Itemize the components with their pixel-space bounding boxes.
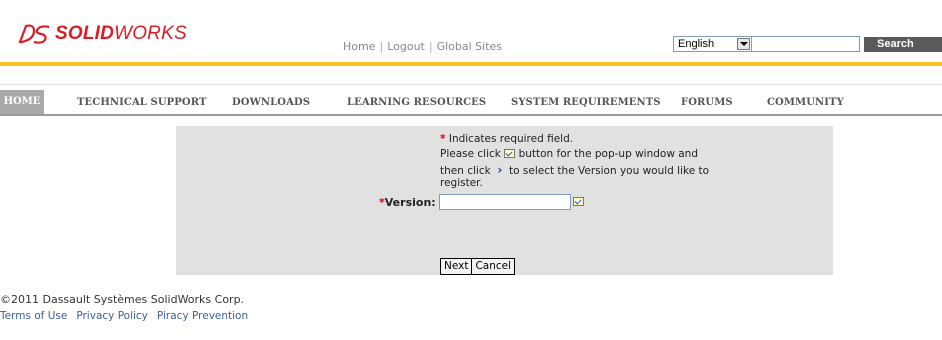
terms-of-use-link[interactable]: Terms of Use [0, 310, 67, 322]
logo-bold-text: SOLID [55, 23, 115, 44]
instruction-text: button for the pop-up window and [518, 148, 699, 160]
nav-item-learning-resources[interactable]: LEARNING RESOURCES [347, 97, 486, 108]
nav-bottom-divider [0, 114, 942, 116]
version-input[interactable] [439, 194, 571, 210]
next-button[interactable]: Next [441, 259, 471, 274]
instruction-text: then click [440, 165, 491, 177]
version-label: *Version: [379, 196, 436, 209]
instruction-line-3: register. [440, 177, 740, 189]
chevron-right-icon: › [497, 163, 503, 177]
form-instructions: * Indicates required field. Please click… [440, 133, 740, 189]
search-button[interactable]: Search [864, 37, 942, 52]
cancel-button[interactable]: Cancel [472, 259, 514, 274]
instruction-text: to select the Version you would like to [509, 165, 710, 177]
footer-links: Terms of Use Privacy Policy Piracy Prevent… [0, 310, 257, 322]
instruction-text: Please click [440, 148, 501, 160]
nav-item-system-requirements[interactable]: SYSTEM REQUIREMENTS [511, 97, 661, 108]
link-separator: | [428, 40, 433, 53]
version-label-text: Version: [384, 196, 436, 209]
solidworks-logo[interactable]: SOLIDWORKS [16, 22, 187, 46]
chevron-down-icon[interactable] [737, 38, 750, 50]
instruction-line-1: Please click button for the pop-up windo… [440, 148, 740, 160]
required-star: * [440, 133, 446, 145]
version-picker-icon[interactable] [573, 197, 584, 206]
required-field-note: * Indicates required field. [440, 133, 740, 145]
nav-item-technical-support[interactable]: TECHNICAL SUPPORT [77, 97, 207, 108]
logout-link[interactable]: Logout [387, 40, 425, 53]
copyright-text: ©2011 Dassault Systèmes SolidWorks Corp. [0, 293, 245, 306]
logo-light-text: WORKS [114, 23, 187, 44]
language-select[interactable]: English [673, 36, 752, 52]
home-link[interactable]: Home [343, 40, 375, 53]
privacy-policy-link[interactable]: Privacy Policy [76, 310, 148, 322]
header-accent-bar [0, 62, 942, 66]
global-sites-link[interactable]: Global Sites [437, 40, 502, 53]
link-separator: | [379, 40, 384, 53]
nav-item-downloads[interactable]: DOWNLOADS [232, 97, 310, 108]
instruction-text: register. [440, 177, 483, 189]
piracy-prevention-link[interactable]: Piracy Prevention [157, 310, 248, 322]
form-buttons: Next Cancel [440, 258, 516, 275]
instruction-line-2: then click › to select the Version you w… [440, 164, 740, 177]
popup-picker-icon [504, 149, 516, 158]
ds-logo-icon [18, 24, 50, 44]
required-note-text: Indicates required field. [448, 133, 574, 145]
logo-wordmark: SOLIDWORKS [55, 23, 187, 45]
nav-top-divider [0, 84, 942, 85]
nav-item-community[interactable]: COMMUNITY [767, 97, 844, 108]
search-input[interactable] [751, 36, 860, 52]
language-value: English [678, 38, 715, 50]
nav-item-forums[interactable]: FORUMS [681, 97, 733, 108]
nav-item-home[interactable]: HOME [0, 90, 44, 114]
top-links: Home | Logout | Global Sites [343, 40, 502, 53]
